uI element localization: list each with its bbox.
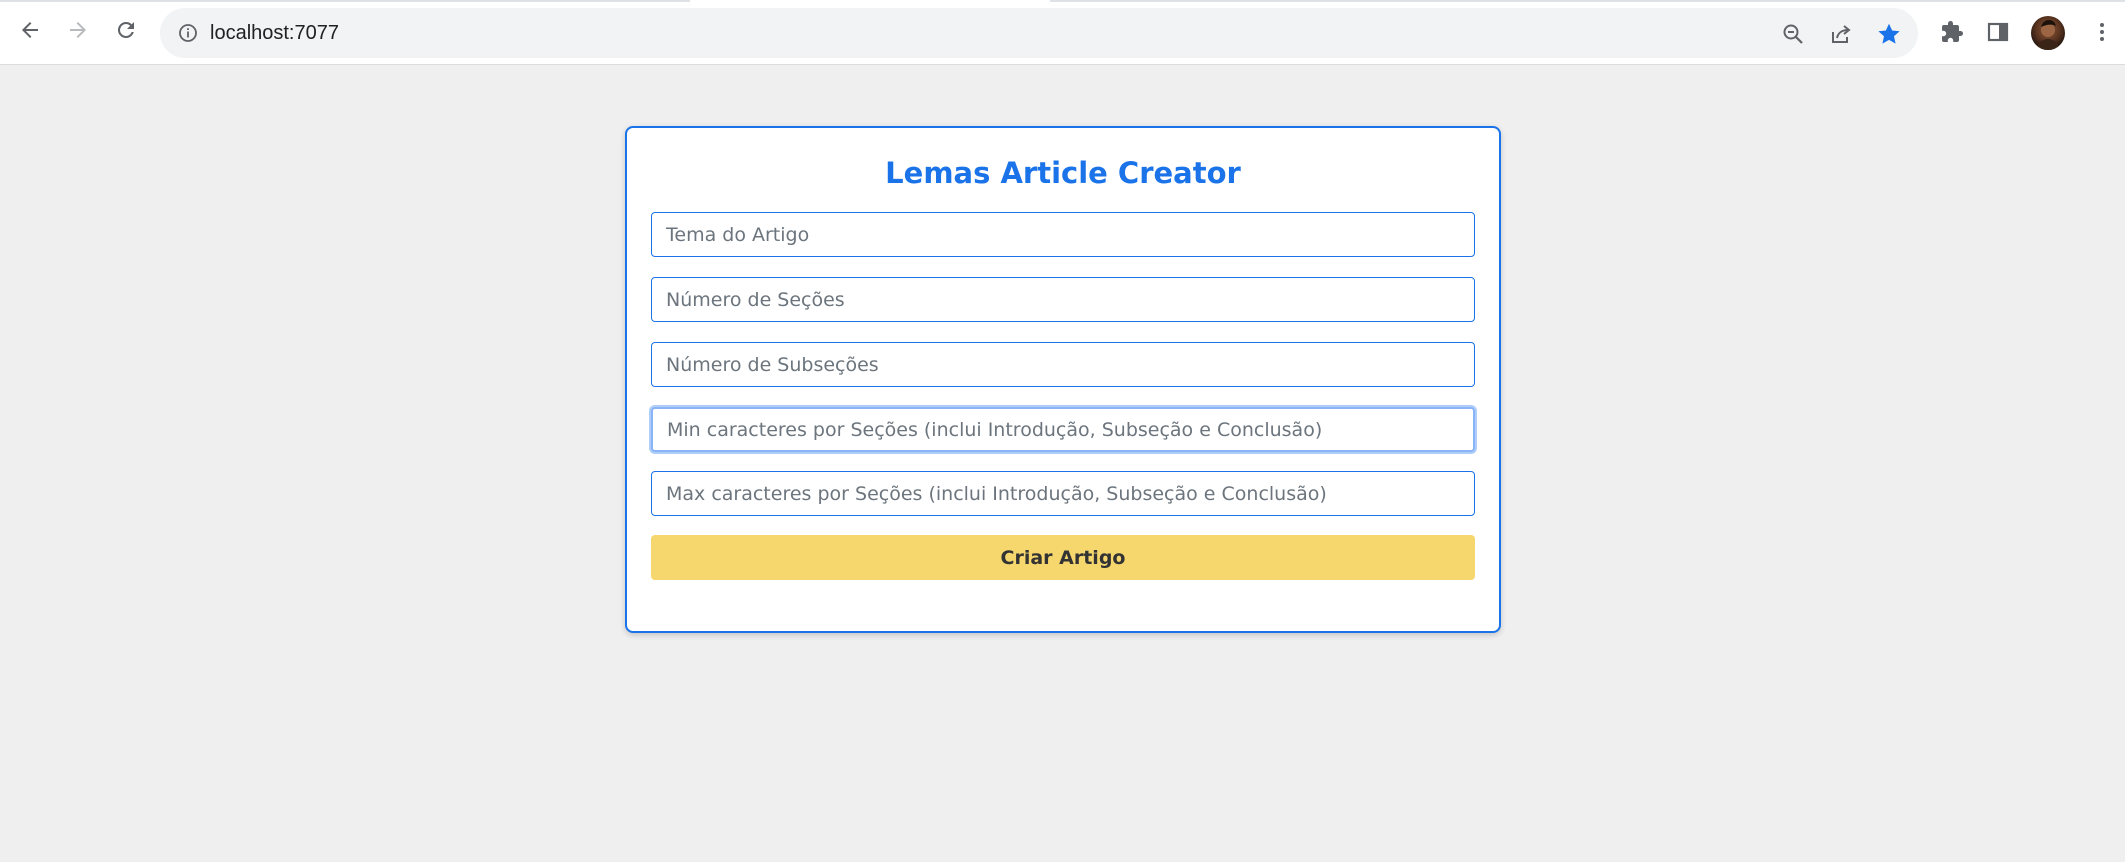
reload-button[interactable]: [110, 14, 142, 46]
min-caracteres-input[interactable]: [651, 407, 1475, 452]
form-title: Lemas Article Creator: [885, 156, 1241, 190]
active-tab-indicator: [690, 0, 1050, 2]
share-icon[interactable]: [1828, 21, 1854, 47]
back-button[interactable]: [14, 14, 46, 46]
numero-subsecoes-input[interactable]: [651, 342, 1475, 387]
numero-secoes-input[interactable]: [651, 277, 1475, 322]
kebab-menu-icon[interactable]: [2088, 18, 2116, 46]
side-panel-icon[interactable]: [1984, 18, 2012, 46]
puzzle-icon[interactable]: [1938, 18, 1966, 46]
max-caracteres-input[interactable]: [651, 471, 1475, 516]
reload-icon: [118, 22, 134, 38]
zoom-out-icon[interactable]: [1780, 21, 1806, 47]
tema-input[interactable]: [651, 212, 1475, 257]
info-icon[interactable]: [176, 21, 200, 45]
url-text[interactable]: localhost:7077: [210, 22, 339, 45]
star-icon[interactable]: [1876, 21, 1902, 47]
article-creator-card: Lemas Article Creator Criar Artigo: [625, 126, 1501, 633]
forward-button[interactable]: [62, 14, 94, 46]
profile-avatar[interactable]: [2031, 16, 2065, 50]
address-bar[interactable]: localhost:7077: [160, 8, 1918, 58]
arrow-left-icon: [22, 22, 38, 38]
browser-toolbar: localhost:7077: [0, 0, 2125, 65]
tab-strip: [0, 0, 2125, 2]
criar-artigo-button[interactable]: Criar Artigo: [651, 535, 1475, 580]
arrow-right-icon: [70, 22, 86, 38]
